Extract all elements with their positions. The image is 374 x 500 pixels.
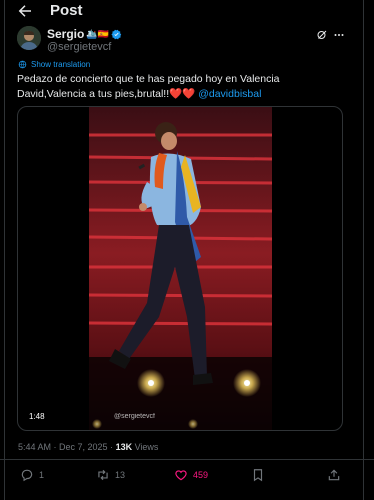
back-arrow-icon[interactable] bbox=[16, 2, 34, 20]
bookmark-button[interactable] bbox=[251, 467, 265, 483]
video-watermark: @sergietevcf bbox=[114, 413, 155, 420]
grok-icon[interactable] bbox=[316, 28, 328, 40]
like-icon bbox=[174, 468, 188, 482]
reply-icon bbox=[20, 468, 34, 482]
share-button[interactable] bbox=[327, 467, 341, 483]
video-duration: 1:48 bbox=[29, 412, 45, 421]
show-translation-label: Show translation bbox=[31, 60, 91, 69]
repost-count: 13 bbox=[115, 470, 126, 480]
views-count: 13K bbox=[115, 442, 133, 452]
right-border bbox=[363, 0, 364, 500]
show-translation-link[interactable]: Show translation bbox=[18, 60, 90, 69]
reply-count: 1 bbox=[39, 470, 45, 480]
repost-button[interactable]: 13 bbox=[96, 467, 125, 483]
tweet-hearts: ❤️❤️ bbox=[169, 87, 196, 100]
mention-link[interactable]: @davidbisbal bbox=[198, 88, 261, 100]
author-handle[interactable]: @sergietevcf bbox=[47, 41, 111, 53]
bookmark-icon bbox=[251, 468, 265, 482]
like-button[interactable]: 459 bbox=[174, 467, 208, 483]
author-name-text: Sergio bbox=[47, 27, 85, 41]
left-border bbox=[4, 0, 5, 500]
video-frame bbox=[89, 107, 272, 430]
avatar[interactable] bbox=[17, 26, 41, 50]
author-name[interactable]: Sergio 🛳️🇪🇸 bbox=[47, 27, 122, 41]
post-timestamp: 5:44 AM · Dec 7, 2025 · 13K Views bbox=[18, 442, 158, 452]
translate-icon bbox=[18, 60, 27, 69]
like-count: 459 bbox=[193, 470, 209, 480]
divider bbox=[0, 459, 374, 460]
post-datetime[interactable]: 5:44 AM · Dec 7, 2025 · bbox=[18, 442, 116, 452]
tweet-text: Pedazo de concierto que te has pegado ho… bbox=[17, 72, 347, 101]
post-header: Post bbox=[0, 0, 374, 22]
author-name-emojis: 🛳️🇪🇸 bbox=[86, 28, 109, 39]
verified-badge-icon bbox=[111, 29, 122, 40]
page-title: Post bbox=[50, 2, 83, 19]
views-label: Views bbox=[132, 442, 159, 452]
repost-icon bbox=[96, 468, 110, 482]
video-player[interactable]: 1:48 @sergietevcf bbox=[17, 106, 343, 431]
share-icon bbox=[327, 468, 341, 482]
more-icon[interactable] bbox=[333, 28, 345, 40]
reply-button[interactable]: 1 bbox=[20, 467, 44, 483]
